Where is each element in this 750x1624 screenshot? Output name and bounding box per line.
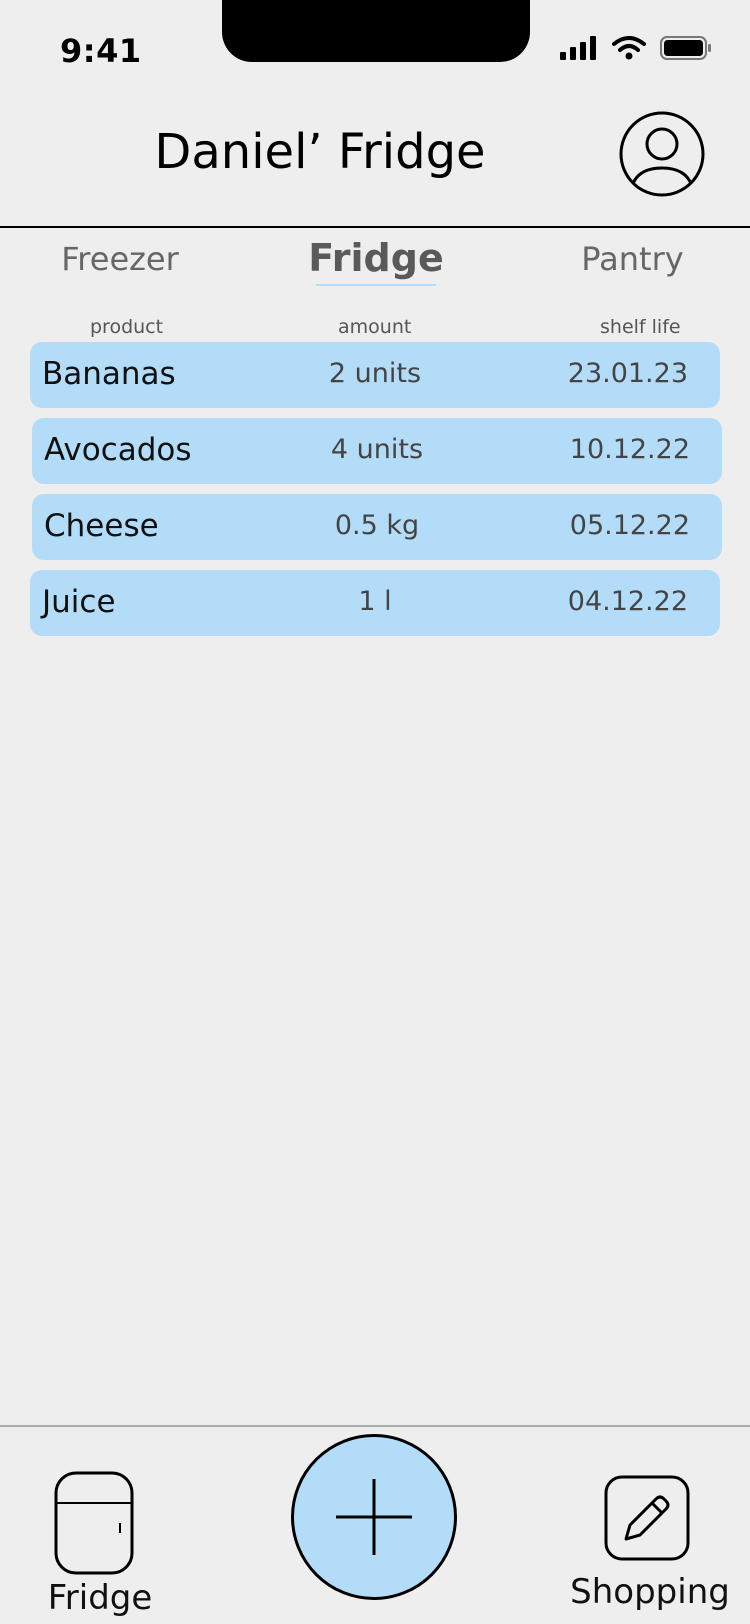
nav-shopping-button[interactable]: Shopping — [560, 1472, 740, 1622]
product-shelf-life: 23.01.23 — [567, 358, 688, 389]
add-item-button[interactable] — [291, 1434, 457, 1600]
pencil-edit-icon — [604, 1475, 690, 1561]
profile-button[interactable] — [618, 110, 706, 198]
user-circle-icon — [619, 111, 705, 197]
header-divider — [0, 226, 750, 228]
storage-tabs: Freezer Fridge Pantry — [0, 236, 750, 290]
plus-icon — [336, 1479, 412, 1555]
bottom-nav-divider — [0, 1425, 750, 1427]
tab-freezer[interactable]: Freezer — [40, 240, 200, 278]
product-shelf-life: 10.12.22 — [569, 434, 690, 465]
page-title: Daniel’ Fridge — [154, 124, 486, 180]
nav-fridge-button[interactable]: Fridge — [40, 1466, 160, 1618]
notch — [222, 0, 530, 62]
tab-pantry[interactable]: Pantry — [560, 240, 705, 278]
nav-shopping-label: Shopping — [570, 1572, 730, 1612]
column-headers: product amount shelf life — [0, 316, 750, 340]
battery-icon — [660, 36, 711, 60]
signal-icon — [560, 36, 596, 60]
fridge-icon — [54, 1471, 134, 1575]
status-time: 9:41 — [60, 32, 142, 70]
column-header-shelf-life: shelf life — [600, 316, 681, 338]
active-tab-indicator — [316, 284, 436, 286]
tab-fridge[interactable]: Fridge — [300, 236, 452, 280]
column-header-product: product — [90, 316, 164, 338]
nav-fridge-label: Fridge — [47, 1578, 153, 1618]
product-row[interactable]: Avocados 4 units 10.12.22 — [32, 418, 722, 484]
product-row[interactable]: Juice 1 l 04.12.22 — [30, 570, 720, 636]
column-header-amount: amount — [338, 316, 412, 338]
product-shelf-life: 04.12.22 — [567, 586, 688, 617]
status-bar: 9:41 — [0, 0, 750, 100]
wifi-icon — [612, 36, 646, 60]
product-row[interactable]: Bananas 2 units 23.01.23 — [30, 342, 720, 408]
product-shelf-life: 05.12.22 — [569, 510, 690, 541]
product-row[interactable]: Cheese 0.5 kg 05.12.22 — [32, 494, 722, 560]
status-icons — [560, 36, 712, 60]
